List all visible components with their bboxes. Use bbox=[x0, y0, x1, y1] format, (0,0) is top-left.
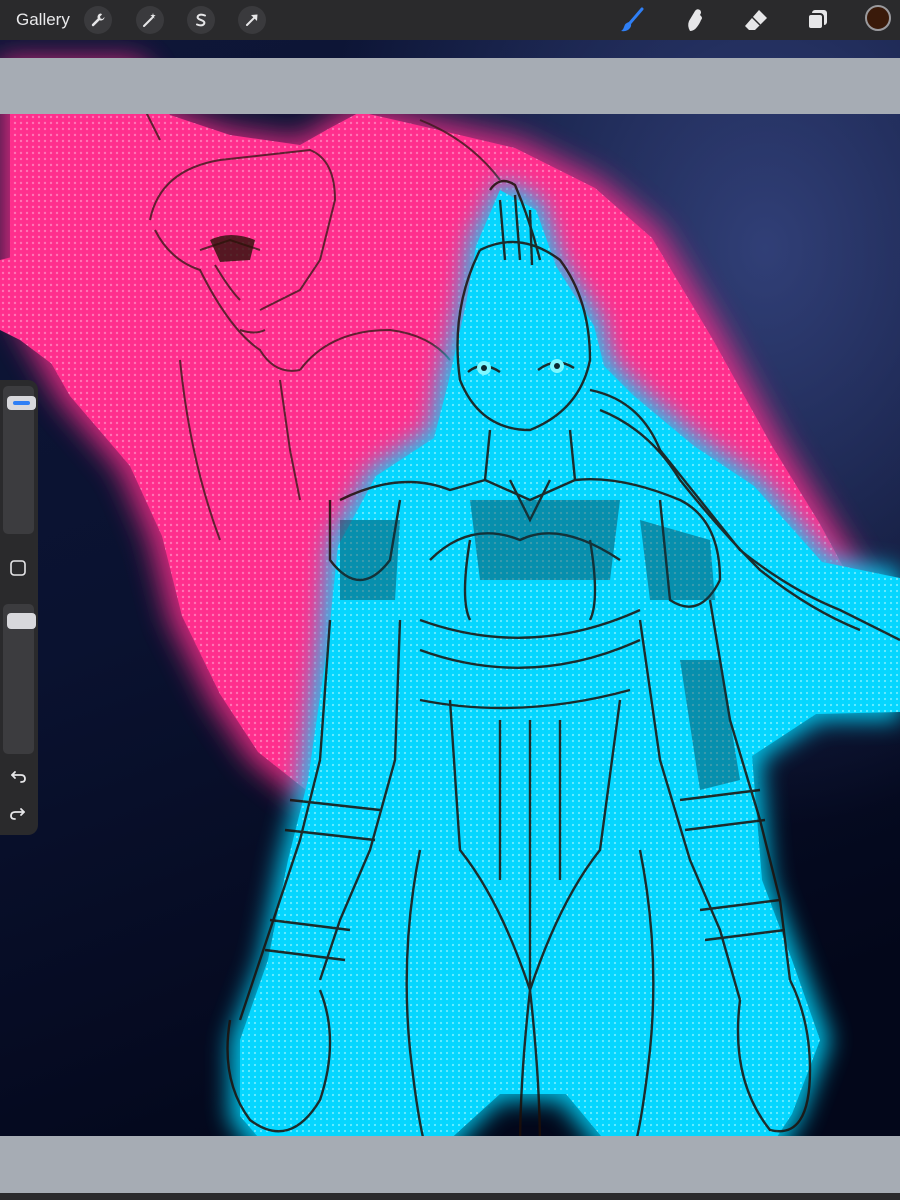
layers-button[interactable] bbox=[804, 6, 832, 34]
square-icon bbox=[10, 560, 26, 576]
canvas-bottom-margin bbox=[0, 1136, 900, 1193]
undo-button[interactable] bbox=[5, 763, 31, 789]
brush-tool-button[interactable] bbox=[618, 6, 646, 34]
brush-size-indicator bbox=[13, 401, 30, 406]
wrench-icon bbox=[91, 13, 105, 27]
transform-button[interactable] bbox=[238, 6, 266, 34]
bottom-strip bbox=[0, 1193, 900, 1200]
smudge-tool-button[interactable] bbox=[680, 6, 708, 34]
layers-icon bbox=[807, 10, 827, 30]
brush-size-slider[interactable] bbox=[3, 386, 36, 534]
adjustments-button[interactable] bbox=[136, 6, 164, 34]
magic-wand-icon bbox=[143, 13, 156, 27]
eraser-tool-button[interactable] bbox=[742, 6, 770, 34]
redo-icon bbox=[10, 808, 25, 820]
selection-s-icon bbox=[196, 13, 206, 27]
drawing-canvas[interactable] bbox=[0, 40, 900, 1200]
top-toolbar: Gallery bbox=[0, 0, 900, 40]
selection-button[interactable] bbox=[187, 6, 215, 34]
color-picker-button[interactable] bbox=[865, 5, 891, 31]
opacity-slider[interactable] bbox=[3, 604, 36, 754]
brush-icon bbox=[621, 7, 644, 32]
procreate-app: Gallery bbox=[0, 0, 900, 1200]
smudge-finger-icon bbox=[688, 9, 702, 31]
arrow-cursor-icon bbox=[246, 14, 258, 26]
actions-button[interactable] bbox=[84, 6, 112, 34]
brush-size-thumb[interactable] bbox=[7, 396, 36, 411]
opacity-thumb[interactable] bbox=[7, 613, 36, 630]
gallery-button[interactable]: Gallery bbox=[16, 9, 70, 31]
modify-button[interactable] bbox=[5, 555, 31, 581]
redo-button[interactable] bbox=[5, 800, 31, 826]
canvas-top-margin bbox=[0, 58, 900, 114]
eraser-icon bbox=[745, 10, 767, 30]
left-sidebar bbox=[0, 380, 38, 835]
undo-icon bbox=[11, 771, 26, 783]
